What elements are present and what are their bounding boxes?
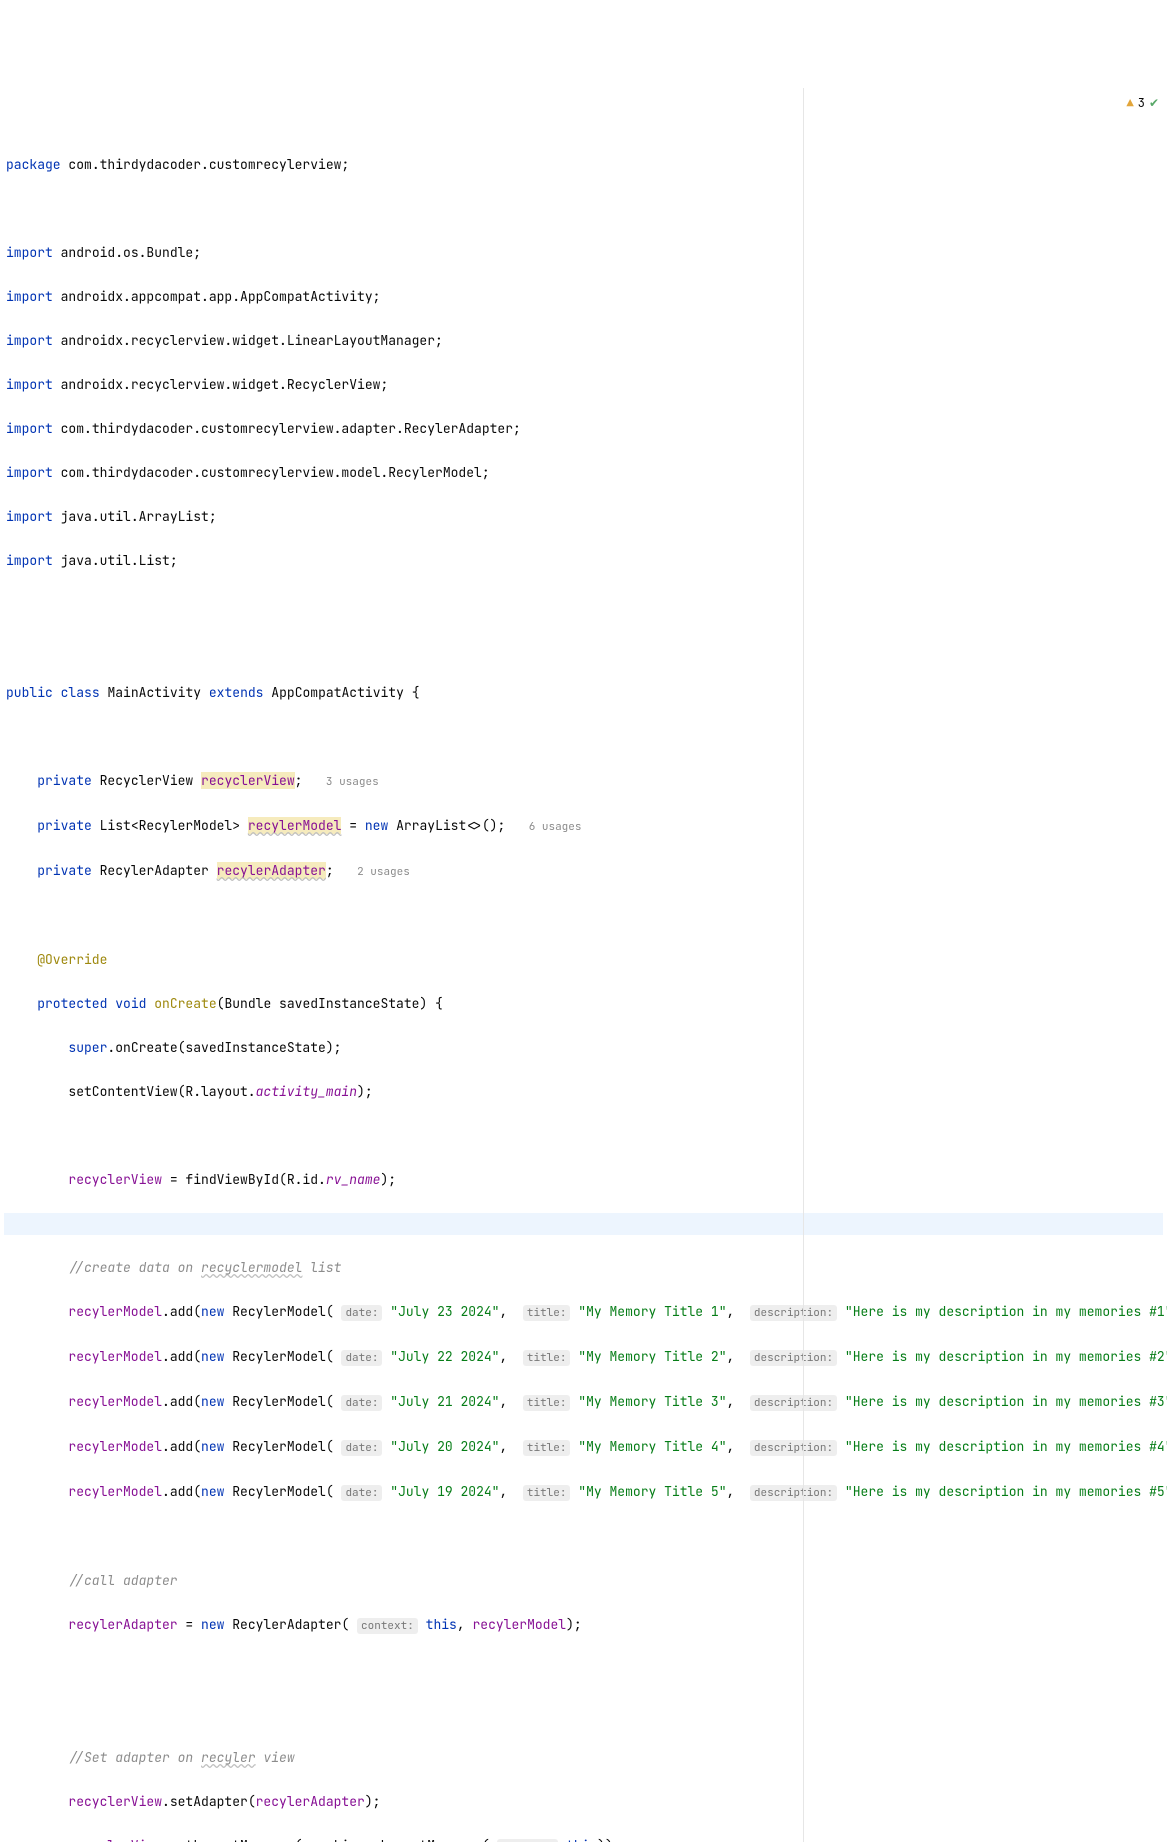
code-line bbox=[4, 726, 1163, 748]
code-line-current bbox=[4, 1213, 1163, 1235]
code-line: import java.util.List; bbox=[4, 550, 1163, 572]
code-line: //call adapter bbox=[4, 1570, 1163, 1592]
code-line: setContentView(R.layout.activity_main); bbox=[4, 1081, 1163, 1103]
code-line bbox=[4, 1125, 1163, 1147]
code-line: recylerModel.add(new RecylerModel( date:… bbox=[4, 1391, 1163, 1414]
inspection-widget[interactable]: ▲3 ✔ bbox=[1127, 92, 1159, 114]
code-line: recyclerView = findViewById(R.id.rv_name… bbox=[4, 1169, 1163, 1191]
code-line bbox=[4, 1659, 1163, 1681]
code-line: import com.thirdydacoder.customrecylervi… bbox=[4, 462, 1163, 484]
right-margin-guide bbox=[803, 88, 804, 1842]
code-line: public class MainActivity extends AppCom… bbox=[4, 682, 1163, 704]
code-line bbox=[4, 1703, 1163, 1725]
code-line bbox=[4, 905, 1163, 927]
code-line: private RecyclerView recyclerView; 3 usa… bbox=[4, 770, 1163, 793]
code-line: recylerAdapter = new RecylerAdapter( con… bbox=[4, 1614, 1163, 1637]
code-editor[interactable]: ▲3 ✔ package com.thirdydacoder.customrec… bbox=[0, 88, 1167, 1842]
code-line: @Override bbox=[4, 949, 1163, 971]
code-line bbox=[4, 1526, 1163, 1548]
code-line: import android.os.Bundle; bbox=[4, 242, 1163, 264]
code-line: recylerModel.add(new RecylerModel( date:… bbox=[4, 1301, 1163, 1324]
code-line: import androidx.appcompat.app.AppCompatA… bbox=[4, 286, 1163, 308]
code-line: //Set adapter on recyler view bbox=[4, 1747, 1163, 1769]
code-line: private List<RecylerModel> recylerModel … bbox=[4, 815, 1163, 838]
code-line bbox=[4, 638, 1163, 660]
check-icon: ✔ bbox=[1149, 92, 1159, 114]
code-line: recylerModel.add(new RecylerModel( date:… bbox=[4, 1346, 1163, 1369]
code-line bbox=[4, 594, 1163, 616]
code-line: recyclerView.setAdapter(recylerAdapter); bbox=[4, 1791, 1163, 1813]
code-line: import androidx.recyclerview.widget.Recy… bbox=[4, 374, 1163, 396]
code-line: package com.thirdydacoder.customrecylerv… bbox=[4, 154, 1163, 176]
code-line bbox=[4, 198, 1163, 220]
code-line: //create data on recyclermodel list bbox=[4, 1257, 1163, 1279]
code-line: import androidx.recyclerview.widget.Line… bbox=[4, 330, 1163, 352]
code-line: recylerModel.add(new RecylerModel( date:… bbox=[4, 1481, 1163, 1504]
code-line: private RecylerAdapter recylerAdapter; 2… bbox=[4, 860, 1163, 883]
code-line: super.onCreate(savedInstanceState); bbox=[4, 1037, 1163, 1059]
code-line: recylerModel.add(new RecylerModel( date:… bbox=[4, 1436, 1163, 1459]
code-line: protected void onCreate(Bundle savedInst… bbox=[4, 993, 1163, 1015]
warning-count: 3 bbox=[1138, 92, 1145, 114]
code-line: import com.thirdydacoder.customrecylervi… bbox=[4, 418, 1163, 440]
code-line: recyclerView.setLayoutManager(new Linear… bbox=[4, 1835, 1163, 1842]
code-line: import java.util.ArrayList; bbox=[4, 506, 1163, 528]
warning-icon: ▲ bbox=[1127, 92, 1134, 114]
